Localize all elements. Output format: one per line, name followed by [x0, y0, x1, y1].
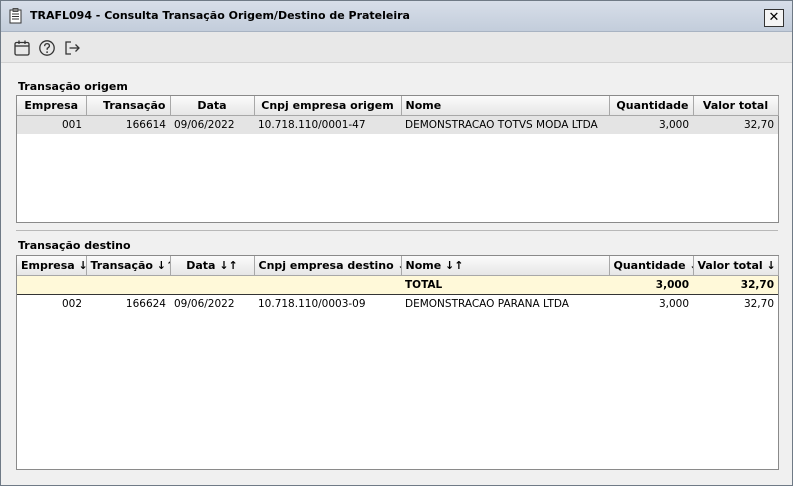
origem-grid: Empresa Transação Data Cnpj empresa orig… — [16, 95, 779, 223]
cell-data: 09/06/2022 — [170, 115, 254, 134]
destino-col-cnpj[interactable]: Cnpj empresa destino ↓↑ — [254, 256, 402, 276]
cell-valor-total: 32,70 — [743, 298, 774, 310]
cell-valor-total: 32,70 — [693, 115, 778, 134]
origem-col-transacao[interactable]: Transação — [86, 96, 171, 116]
total-quantidade: 3,000 — [609, 275, 693, 295]
origem-section-label: Transação origem — [18, 80, 128, 93]
section-divider — [16, 230, 778, 231]
origem-col-nome[interactable]: Nome — [401, 96, 610, 116]
toolbar — [1, 32, 792, 63]
total-transacao — [86, 275, 170, 295]
window-title: TRAFL094 - Consulta Transação Origem/Des… — [30, 9, 410, 22]
cell-cnpj: 10.718.110/0001-47 — [254, 115, 401, 134]
calendar-icon[interactable] — [13, 39, 31, 57]
dialog-window: TRAFL094 - Consulta Transação Origem/Des… — [0, 0, 793, 486]
destino-header-row: Empresa ↓↑ Transação ↓↑ Data ↓↑ Cnpj emp… — [17, 256, 779, 276]
total-row: TOTAL 3,000 32,70 — [17, 275, 778, 295]
cell-quantidade: 3,000 — [609, 115, 693, 134]
total-cnpj — [254, 275, 401, 295]
cell-transacao: 166614 — [86, 115, 170, 134]
cell-nome: DEMONSTRACAO TOTVS MODA LTDA — [401, 115, 609, 134]
exit-icon[interactable] — [63, 39, 81, 57]
destino-col-data[interactable]: Data ↓↑ — [170, 256, 255, 276]
destino-col-valor-total[interactable]: Valor total ↓↑ — [693, 256, 779, 276]
close-button[interactable]: ✕ — [764, 9, 784, 27]
destino-col-transacao[interactable]: Transação ↓↑ — [86, 256, 171, 276]
destino-col-nome[interactable]: Nome ↓↑ — [401, 256, 610, 276]
help-icon[interactable] — [38, 39, 56, 57]
origem-col-data[interactable]: Data — [170, 96, 255, 116]
total-valor: 32,70 — [693, 275, 778, 295]
total-label: TOTAL — [401, 275, 609, 295]
origem-col-quantidade[interactable]: Quantidade — [609, 96, 694, 116]
title-bar: TRAFL094 - Consulta Transação Origem/Des… — [1, 1, 792, 32]
table-row[interactable]: 002 166624 09/06/2022 10.718.110/0003-09… — [17, 295, 778, 314]
cell-data: 09/06/2022 — [174, 298, 235, 310]
total-data — [170, 275, 254, 295]
table-row[interactable]: 001 166614 09/06/2022 10.718.110/0001-47… — [17, 115, 778, 134]
total-empresa — [17, 275, 86, 295]
cell-quantidade: 3,000 — [658, 298, 689, 310]
destino-section-label: Transação destino — [18, 239, 131, 252]
origem-col-cnpj[interactable]: Cnpj empresa origem — [254, 96, 402, 116]
destino-grid: Empresa ↓↑ Transação ↓↑ Data ↓↑ Cnpj emp… — [16, 255, 779, 470]
cell-empresa: 002 — [61, 298, 82, 310]
destino-col-empresa[interactable]: Empresa ↓↑ — [17, 256, 87, 276]
document-icon — [9, 8, 22, 24]
cell-empresa: 001 — [17, 115, 86, 134]
destino-col-quantidade[interactable]: Quantidade ↓↑ — [609, 256, 694, 276]
origem-col-valor-total[interactable]: Valor total — [693, 96, 779, 116]
cell-cnpj: 10.718.110/0003-09 — [258, 298, 366, 310]
cell-nome: DEMONSTRACAO PARANA LTDA — [405, 298, 569, 310]
origem-col-empresa[interactable]: Empresa — [17, 96, 87, 116]
origem-header-row: Empresa Transação Data Cnpj empresa orig… — [17, 96, 779, 116]
cell-transacao: 166624 — [125, 298, 166, 310]
